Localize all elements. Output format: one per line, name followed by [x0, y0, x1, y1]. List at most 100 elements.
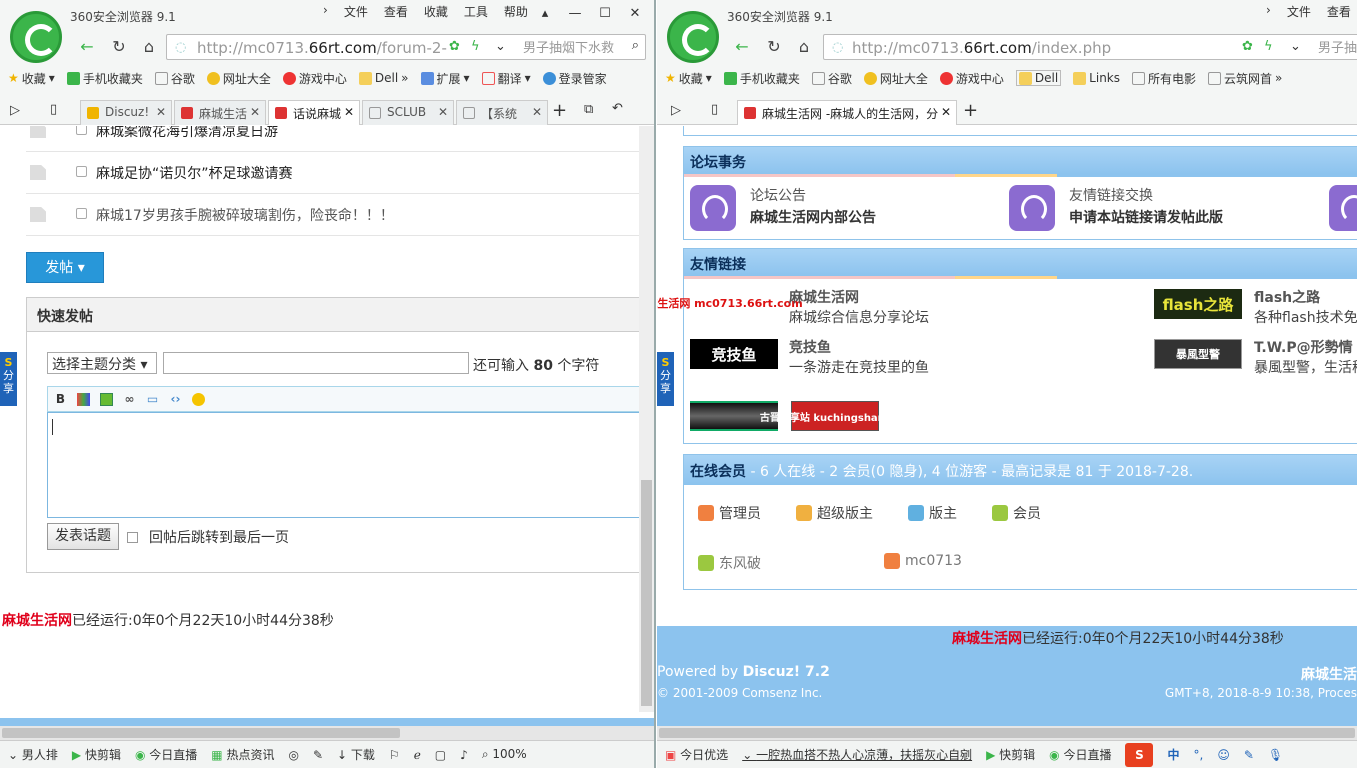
speed-icon[interactable]: ◎	[288, 748, 298, 762]
sound-icon[interactable]: ♪	[460, 748, 468, 762]
message-textarea[interactable]	[47, 412, 641, 518]
thread-checkbox[interactable]	[76, 166, 87, 177]
menu-view[interactable]: 查看	[1326, 3, 1352, 20]
thread-checkbox[interactable]	[76, 126, 87, 135]
bookmark-favorites[interactable]: ★ 收藏 ▾	[665, 70, 712, 87]
maximize-button[interactable]: ☐	[590, 2, 620, 24]
url-text[interactable]: http://mc0713.66rt.com/forum-2-	[197, 39, 447, 57]
ime-chinese-icon[interactable]: 中	[1167, 746, 1179, 763]
status-clip[interactable]: ▶ 快剪辑	[72, 746, 121, 763]
bookmark-games[interactable]: 游戏中心	[282, 70, 347, 87]
menu-tools[interactable]: 工具	[463, 3, 489, 20]
forum-icon[interactable]	[1009, 185, 1055, 231]
bookmark-links[interactable]: Links	[1073, 71, 1120, 85]
dropdown-icon[interactable]: ⌄	[1290, 39, 1301, 54]
thread-checkbox[interactable]	[76, 208, 87, 219]
zoom-level[interactable]: ⌕ 100%	[482, 747, 527, 762]
bold-icon[interactable]: B	[54, 392, 67, 406]
bookmark-google[interactable]: 谷歌	[811, 70, 852, 87]
sogou-ime-icon[interactable]: S	[1125, 742, 1154, 767]
bookmark-yunzhu[interactable]: 云筑网首 »	[1208, 70, 1282, 87]
bookmark-mobile[interactable]: 手机收藏夹	[723, 70, 800, 87]
forum-icon[interactable]	[690, 185, 736, 231]
horizontal-scrollbar[interactable]	[0, 726, 654, 740]
ime-emoji-icon[interactable]: ☺	[1217, 748, 1230, 762]
status-live[interactable]: ◉ 今日直播	[1049, 746, 1111, 763]
bookmark-mobile[interactable]: 手机收藏夹	[66, 70, 143, 87]
subject-input[interactable]	[163, 352, 469, 374]
dropdown-icon[interactable]: ⌄	[495, 39, 506, 54]
online-user[interactable]: 东风破	[698, 553, 761, 573]
bookmark-sites[interactable]: 网址大全	[206, 70, 271, 87]
bookmark-games[interactable]: 游戏中心	[939, 70, 1004, 87]
back-icon[interactable]: ←	[731, 37, 753, 57]
ie-icon[interactable]: ℯ	[414, 748, 421, 762]
bookmark-favorites[interactable]: ★ 收藏 ▾	[8, 70, 55, 87]
link-banner[interactable]: 暴風型警	[1154, 339, 1242, 369]
new-post-button[interactable]: 发帖 ▾	[26, 252, 104, 283]
link-banner[interactable]: 麻城生活网 mc0713.66rt.com	[657, 287, 803, 319]
vertical-scrollbar[interactable]	[639, 126, 654, 712]
search-input[interactable]: 男子抽烟下水救	[523, 37, 614, 56]
quote-icon[interactable]: ▭	[146, 392, 159, 406]
ime-punct-icon[interactable]: °,	[1194, 748, 1204, 762]
thread-title[interactable]: 麻城足协“诺贝尔”杯足球邀请赛	[96, 163, 293, 183]
accelerate-icon[interactable]: ✿	[449, 39, 460, 54]
back-icon[interactable]: ←	[76, 37, 98, 57]
mobile-icon[interactable]: ▯	[50, 102, 57, 117]
smiley-icon[interactable]	[192, 392, 205, 406]
link-icon[interactable]: ∞	[123, 392, 136, 406]
menu-help[interactable]: 帮助	[503, 3, 529, 20]
thread-row[interactable]: 麻城案微花海引爆清凉夏日游	[26, 126, 640, 152]
share-tab[interactable]: S 分享	[0, 352, 17, 406]
tab-discuz[interactable]: Discuz! ✕	[80, 100, 172, 125]
refresh-icon[interactable]: ↻	[763, 37, 785, 57]
menu-file[interactable]: 文件	[343, 3, 369, 20]
status-live[interactable]: ◉ 今日直播	[135, 746, 197, 763]
home-icon[interactable]: ⌂	[793, 37, 815, 57]
menu-view[interactable]: 查看	[383, 3, 409, 20]
tab-huashuo[interactable]: 话说麻城 ✕	[268, 100, 360, 125]
bookmark-movies[interactable]: 所有电影	[1132, 70, 1196, 87]
mobile-icon[interactable]: ▯	[711, 102, 718, 117]
bookmark-dell[interactable]: Dell	[1015, 70, 1062, 86]
hscroll-thumb[interactable]	[2, 728, 400, 738]
forum-icon[interactable]	[1329, 185, 1357, 231]
share-tab[interactable]: S 分享	[657, 352, 674, 406]
address-bar[interactable]: ◌ http://mc0713.66rt.com/forum-2- ✿ ϟ ⌄ …	[166, 34, 646, 60]
menu-chevron-icon[interactable]: ›	[322, 3, 329, 20]
tab-system[interactable]: 【系统 ✕	[456, 100, 548, 125]
forum-name[interactable]: 论坛公告	[750, 185, 806, 205]
status-download[interactable]: ↓ 下载	[337, 746, 375, 763]
link-banner[interactable]: 古晋分享站 kuchingshare.my	[760, 401, 910, 431]
link-name[interactable]: T.W.P@形勢情	[1254, 337, 1353, 357]
thread-title[interactable]: 麻城案微花海引爆清凉夏日游	[96, 126, 278, 141]
url-text[interactable]: http://mc0713.66rt.com/index.php	[852, 39, 1111, 57]
minimize-button[interactable]: —	[560, 2, 590, 24]
window-icon[interactable]: ▢	[435, 748, 446, 762]
horizontal-scrollbar[interactable]	[657, 726, 1357, 740]
tab-macheng-index[interactable]: 麻城生活网 -麻城人的生活网，分 ✕	[737, 100, 957, 125]
flag-icon[interactable]: ⚐	[389, 748, 400, 762]
home-icon[interactable]: ⌂	[138, 37, 160, 57]
menu-favorites[interactable]: 收藏	[423, 3, 449, 20]
hscroll-thumb[interactable]	[659, 728, 1355, 738]
link-name[interactable]: 竞技鱼	[789, 337, 831, 357]
skin-icon[interactable]: ▴	[530, 2, 560, 24]
ime-mic-icon[interactable]: 🎙	[1268, 748, 1283, 762]
category-select[interactable]: 选择主题分类 ▾	[47, 352, 157, 374]
bookmark-google[interactable]: 谷歌	[154, 70, 195, 87]
status-clip[interactable]: ▶ 快剪辑	[986, 746, 1035, 763]
new-tab-icon[interactable]: +	[963, 100, 978, 121]
status-deals[interactable]: ▣ 今日优选	[665, 746, 728, 763]
sidebar-toggle-icon[interactable]: ▷	[10, 103, 20, 118]
link-name[interactable]: flash之路	[1254, 287, 1320, 307]
sidebar-toggle-icon[interactable]: ▷	[671, 103, 681, 118]
new-tab-icon[interactable]: +	[552, 100, 567, 121]
lightning-icon[interactable]: ϟ	[471, 39, 480, 54]
search-input[interactable]: 男子抽	[1318, 37, 1357, 56]
color-icon[interactable]	[77, 392, 90, 406]
scroll-thumb[interactable]	[641, 480, 652, 706]
bookmark-sites[interactable]: 网址大全	[863, 70, 928, 87]
thread-row[interactable]: 麻城足协“诺贝尔”杯足球邀请赛	[26, 152, 640, 194]
